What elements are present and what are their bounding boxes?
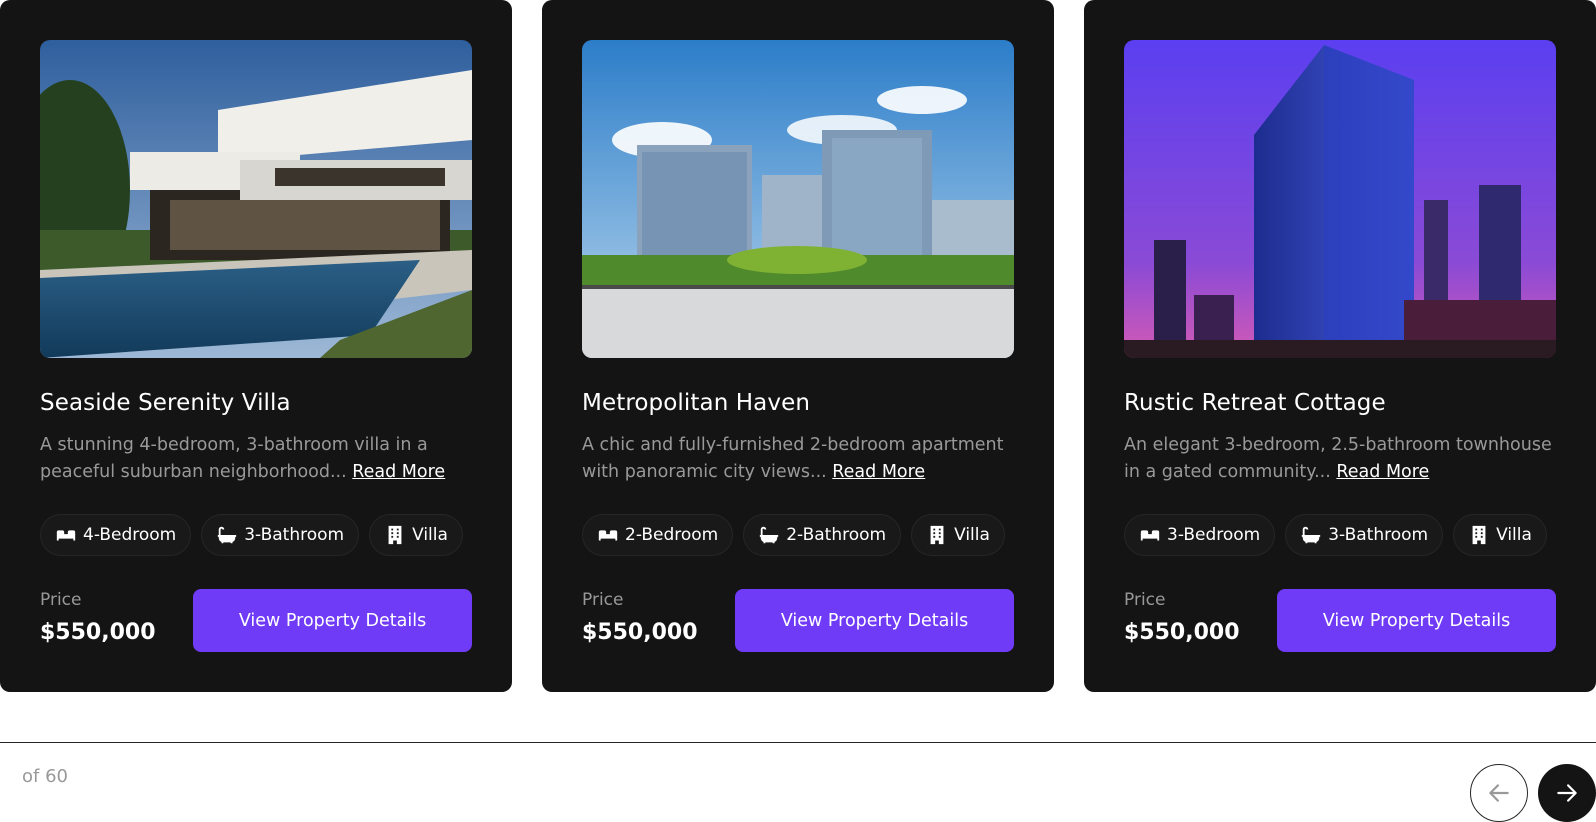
property-image-skyscraper: [1124, 40, 1556, 358]
tag-bedrooms: 2-Bedroom: [582, 514, 734, 556]
next-page-button[interactable]: [1538, 764, 1596, 822]
tag-type: Villa: [1453, 514, 1547, 556]
previous-page-button[interactable]: [1470, 764, 1528, 822]
view-details-button[interactable]: View Property Details: [735, 589, 1014, 652]
property-description: A chic and fully-furnished 2-bedroom apa…: [582, 432, 1022, 486]
arrow-right-icon: [1557, 784, 1577, 802]
tag-bathrooms: 3-Bathroom: [201, 514, 360, 556]
pagination-count: of 60: [22, 766, 68, 787]
property-card: Metropolitan Haven A chic and fully-furn…: [542, 0, 1054, 692]
property-description: An elegant 3-bedroom, 2.5-bathroom townh…: [1124, 432, 1564, 486]
property-description: A stunning 4-bedroom, 3-bathroom villa i…: [40, 432, 480, 486]
property-title: Seaside Serenity Villa: [40, 390, 291, 416]
property-card: Rustic Retreat Cottage An elegant 3-bedr…: [1084, 0, 1596, 692]
divider: [0, 742, 1596, 743]
tag-label: 2-Bathroom: [786, 525, 887, 545]
property-tags: 3-Bedroom 3-Bathroom Villa: [1124, 514, 1547, 556]
property-image-villa: [40, 40, 472, 358]
tag-bedrooms: 3-Bedroom: [1124, 514, 1276, 556]
tag-bathrooms: 2-Bathroom: [743, 514, 902, 556]
read-more-link[interactable]: Read More: [352, 462, 445, 482]
property-tags: 4-Bedroom 3-Bathroom Villa: [40, 514, 463, 556]
tag-label: 2-Bedroom: [625, 525, 719, 545]
bed-icon: [1140, 530, 1160, 541]
price-label: Price: [40, 590, 82, 610]
bed-icon: [56, 530, 76, 541]
tag-label: Villa: [954, 525, 990, 545]
bathtub-icon: [760, 526, 779, 544]
tag-label: 3-Bedroom: [1167, 525, 1261, 545]
price-value: $550,000: [582, 620, 698, 645]
tag-bedrooms: 4-Bedroom: [40, 514, 192, 556]
property-card: Seaside Serenity Villa A stunning 4-bedr…: [0, 0, 512, 692]
price-label: Price: [582, 590, 624, 610]
view-details-button[interactable]: View Property Details: [1277, 589, 1556, 652]
property-tags: 2-Bedroom 2-Bathroom Villa: [582, 514, 1005, 556]
price-label: Price: [1124, 590, 1166, 610]
view-details-button[interactable]: View Property Details: [193, 589, 472, 652]
bathtub-icon: [218, 526, 237, 544]
property-title: Metropolitan Haven: [582, 390, 811, 416]
read-more-link[interactable]: Read More: [832, 462, 925, 482]
building-icon: [388, 525, 402, 545]
tag-label: 3-Bathroom: [1328, 525, 1429, 545]
property-cards: Seaside Serenity Villa A stunning 4-bedr…: [0, 0, 1596, 692]
description-text: A chic and fully-furnished 2-bedroom apa…: [582, 435, 1004, 482]
tag-label: Villa: [1496, 525, 1532, 545]
building-icon: [930, 525, 944, 545]
tag-bathrooms: 3-Bathroom: [1285, 514, 1444, 556]
tag-type: Villa: [369, 514, 463, 556]
tag-label: 4-Bedroom: [83, 525, 177, 545]
price-value: $550,000: [40, 620, 156, 645]
property-image-city: [582, 40, 1014, 358]
arrow-left-icon: [1489, 784, 1509, 802]
tag-type: Villa: [911, 514, 1005, 556]
building-icon: [1472, 525, 1486, 545]
tag-label: Villa: [412, 525, 448, 545]
read-more-link[interactable]: Read More: [1336, 462, 1429, 482]
bathtub-icon: [1302, 526, 1321, 544]
price-value: $550,000: [1124, 620, 1240, 645]
property-title: Rustic Retreat Cottage: [1124, 390, 1386, 416]
bed-icon: [598, 530, 618, 541]
tag-label: 3-Bathroom: [244, 525, 345, 545]
